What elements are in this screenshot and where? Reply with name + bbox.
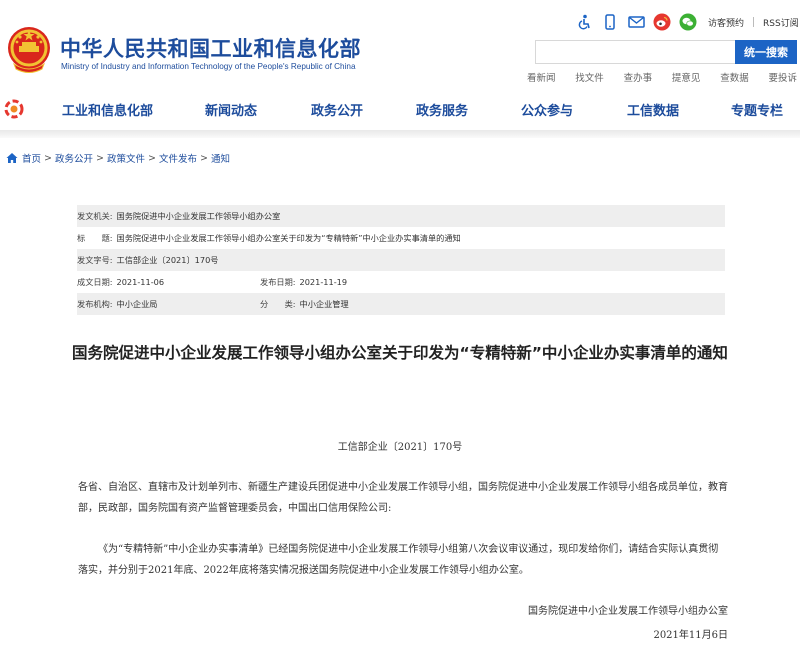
site-title[interactable]: 中华人民共和国工业和信息化部 xyxy=(60,33,361,63)
breadcrumb-separator: > xyxy=(44,152,52,164)
nav-item-news[interactable]: 新闻动态 xyxy=(205,100,257,119)
site-subtitle: Ministry of Industry and Information Tec… xyxy=(61,62,356,71)
site-header: 中华人民共和国工业和信息化部 Ministry of Industry and … xyxy=(0,0,800,90)
agency-value: 中小企业局 xyxy=(116,299,158,309)
article-title: 国务院促进中小企业发展工作领导小组办公室关于印发为“专精特新”中小企业办实事清单… xyxy=(72,344,728,362)
breadcrumb-separator: > xyxy=(96,152,104,164)
breadcrumb: 首页 > 政务公开 > 政策文件 > 文件发布 > 通知 xyxy=(6,151,230,165)
docno-value: 工信部企业〔2021〕170号 xyxy=(116,255,219,265)
quick-link-files[interactable]: 找文件 xyxy=(575,70,604,84)
quick-links: 看新闻 找文件 查办事 提意见 查数据 要投诉 xyxy=(527,70,797,84)
nav-item-topics[interactable]: 专题专栏 xyxy=(731,100,783,119)
info-row-dates: 成文日期: 2021-11-06 发布日期: 2021-11-19 xyxy=(77,271,725,293)
accessibility-icon[interactable] xyxy=(574,12,594,32)
created-label: 成文日期: xyxy=(77,277,113,287)
category-label: 分 类: xyxy=(260,299,296,309)
title-label: 标 题: xyxy=(77,233,113,243)
quick-link-feedback[interactable]: 提意见 xyxy=(672,70,701,84)
signature-date: 2021年11月6日 xyxy=(653,630,728,641)
weibo-icon[interactable] xyxy=(652,12,672,32)
nav-item-participation[interactable]: 公众参与 xyxy=(521,100,573,119)
article-doc-number: 工信部企业〔2021〕170号 xyxy=(337,442,463,453)
quick-link-complaint[interactable]: 要投诉 xyxy=(768,70,797,84)
search-input[interactable] xyxy=(535,40,735,64)
signature-org: 国务院促进中小企业发展工作领导小组办公室 xyxy=(528,606,728,617)
article-paragraph-body: 《为“专精特新”中小企业办实事清单》已经国务院促进中小企业发展工作领导小组第八次… xyxy=(78,540,728,581)
breadcrumb-separator: > xyxy=(147,152,156,164)
issuer-label: 发文机关: xyxy=(77,211,113,221)
nav-item-ministry[interactable]: 工业和信息化部 xyxy=(62,100,153,119)
nav-item-open-gov[interactable]: 政务公开 xyxy=(311,100,363,119)
info-row-title: 标 题: 国务院促进中小企业发展工作领导小组办公室关于印发为“专精特新”中小企业… xyxy=(77,227,725,249)
visit-appointment-link[interactable]: 访客预约 xyxy=(708,16,744,29)
breadcrumb-notice[interactable]: 通知 xyxy=(211,151,230,165)
search-button[interactable]: 统一搜索 xyxy=(735,40,797,64)
mobile-icon[interactable] xyxy=(600,12,620,32)
nav-item-data[interactable]: 工信数据 xyxy=(627,100,679,119)
created-value: 2021-11-06 xyxy=(116,277,165,287)
issuer-value: 国务院促进中小企业发展工作领导小组办公室 xyxy=(116,211,281,221)
national-emblem[interactable] xyxy=(6,24,52,74)
agency-label: 发布机构: xyxy=(77,299,113,309)
breadcrumb-separator: > xyxy=(199,152,208,164)
docno-label: 发文字号: xyxy=(77,255,113,265)
category-value: 中小企业管理 xyxy=(299,299,349,309)
article-paragraph-recipients: 各省、自治区、直辖市及计划单列市、新疆生产建设兵团促进中小企业发展工作领导小组，… xyxy=(78,482,728,514)
toolbar: 访客预约 RSS订阅 xyxy=(574,11,799,33)
article-paragraph-body-text: 《为“专精特新”中小企业办实事清单》已经国务院促进中小企业发展工作领导小组第八次… xyxy=(78,544,719,576)
document-info-table: 发文机关: 国务院促进中小企业发展工作领导小组办公室 标 题: 国务院促进中小企… xyxy=(77,205,725,315)
published-value: 2021-11-19 xyxy=(299,277,348,287)
breadcrumb-home[interactable]: 首页 xyxy=(22,151,41,165)
published-label: 发布日期: xyxy=(260,277,296,287)
rss-link[interactable]: RSS订阅 xyxy=(763,16,799,29)
toolbar-divider xyxy=(753,17,755,27)
wechat-icon[interactable] xyxy=(678,12,698,32)
mail-icon[interactable] xyxy=(626,12,646,32)
home-icon xyxy=(6,153,18,163)
title-value: 国务院促进中小企业发展工作领导小组办公室关于印发为“专精特新”中小企业办实事清单… xyxy=(116,233,461,243)
quick-link-news[interactable]: 看新闻 xyxy=(527,70,556,84)
quick-link-data[interactable]: 查数据 xyxy=(720,70,749,84)
info-row-agency: 发布机构: 中小企业局 分 类: 中小企业管理 xyxy=(77,293,725,315)
breadcrumb-open-gov[interactable]: 政务公开 xyxy=(55,151,93,165)
breadcrumb-policy-files[interactable]: 政策文件 xyxy=(107,151,145,165)
breadcrumb-file-release[interactable]: 文件发布 xyxy=(159,151,197,165)
nav-divider xyxy=(0,130,800,138)
info-row-issuer: 发文机关: 国务院促进中小企业发展工作领导小组办公室 xyxy=(77,205,725,227)
nav-logo-icon[interactable] xyxy=(3,98,25,120)
main-nav: 工业和信息化部 新闻动态 政务公开 政务服务 公众参与 工信数据 专题专栏 xyxy=(0,90,800,130)
nav-item-services[interactable]: 政务服务 xyxy=(416,100,468,119)
info-row-docno: 发文字号: 工信部企业〔2021〕170号 xyxy=(77,249,725,271)
quick-link-services[interactable]: 查办事 xyxy=(624,70,653,84)
